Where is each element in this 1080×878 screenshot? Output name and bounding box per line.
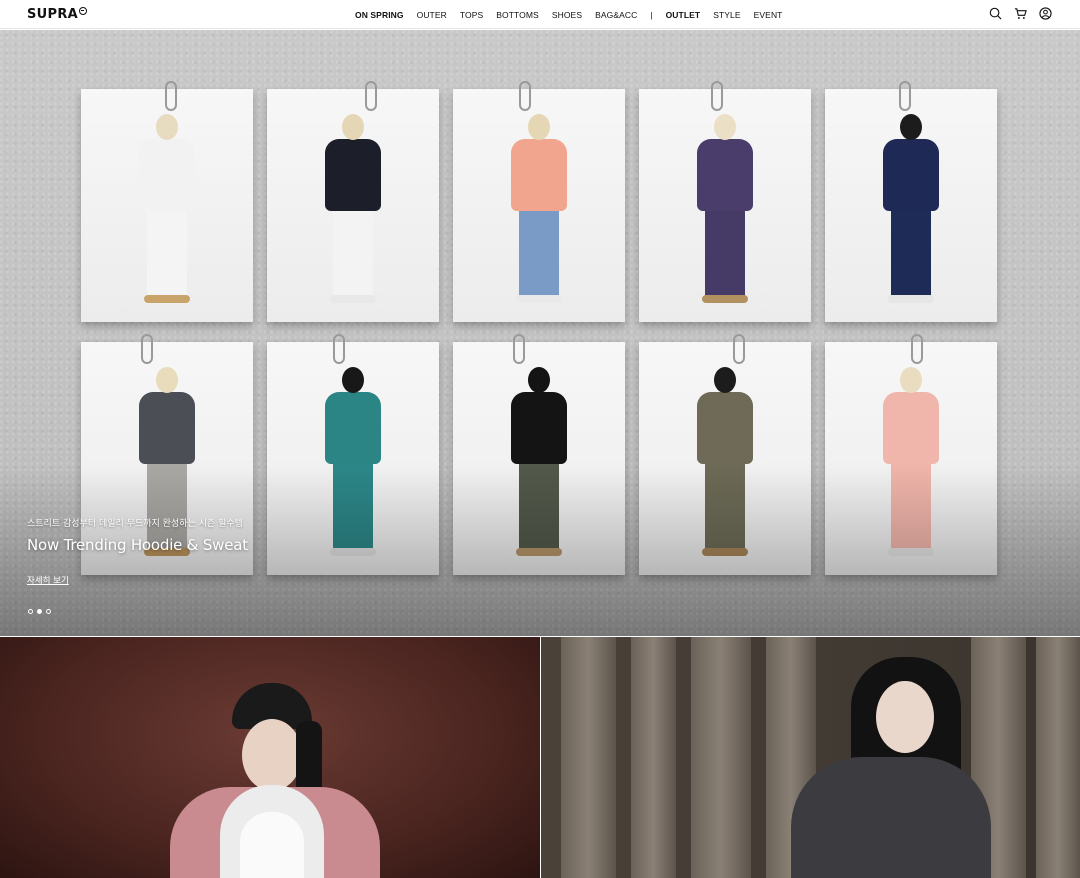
model-top bbox=[883, 139, 939, 211]
slider-pagination bbox=[28, 609, 51, 614]
nav-item-outlet[interactable]: OUTLET bbox=[666, 10, 701, 20]
paperclip-icon bbox=[519, 81, 531, 111]
curtain-fold bbox=[1036, 637, 1080, 878]
curtain-fold bbox=[631, 637, 676, 878]
header-icons bbox=[989, 7, 1052, 20]
model-pants bbox=[519, 207, 559, 299]
supra-logo[interactable]: SUPRA bbox=[27, 7, 88, 22]
paperclip-icon bbox=[733, 334, 745, 364]
hero-detail-link[interactable]: 자세히 보기 bbox=[27, 574, 69, 586]
paperclip-icon bbox=[899, 81, 911, 111]
search-icon[interactable] bbox=[989, 7, 1002, 20]
nav-item-shoes[interactable]: SHOES bbox=[552, 10, 582, 20]
model-head bbox=[528, 114, 550, 140]
nav-item-bag-acc[interactable]: BAG&ACC bbox=[595, 10, 637, 20]
model-shoes bbox=[702, 295, 748, 303]
nav-item-bottoms[interactable]: BOTTOMS bbox=[496, 10, 539, 20]
main-nav: ON SPRING OUTER TOPS BOTTOMS SHOES BAG&ACC | OU… bbox=[355, 0, 795, 29]
model-pants bbox=[891, 207, 931, 299]
paperclip-icon bbox=[365, 81, 377, 111]
model-head bbox=[156, 367, 178, 393]
slider-dot[interactable] bbox=[46, 609, 51, 614]
model-top bbox=[883, 392, 939, 464]
product-card[interactable] bbox=[639, 81, 811, 322]
promo-panel-right[interactable] bbox=[541, 637, 1080, 878]
slider-dot[interactable] bbox=[28, 609, 33, 614]
nav-item-style[interactable]: STYLE bbox=[713, 10, 740, 20]
product-card[interactable] bbox=[825, 81, 997, 322]
hero-banner[interactable]: 스트리트 감성부터 데일리 무드까지 완성하는 시즌 필수템 Now Trend… bbox=[0, 30, 1080, 636]
nav-item-event[interactable]: EVENT bbox=[754, 10, 783, 20]
model-top bbox=[511, 139, 567, 211]
model-head bbox=[900, 114, 922, 140]
product-card[interactable] bbox=[267, 81, 439, 322]
nav-item-on-spring[interactable]: ON SPRING bbox=[355, 10, 404, 20]
model-pants bbox=[333, 207, 373, 299]
hero-title: Now Trending Hoodie & Sweat bbox=[27, 536, 248, 554]
promo-panel-left[interactable] bbox=[0, 637, 540, 878]
model-pants bbox=[147, 207, 187, 299]
nav-separator: | bbox=[650, 9, 653, 20]
cart-icon[interactable] bbox=[1014, 7, 1027, 20]
model-top bbox=[697, 139, 753, 211]
paperclip-icon bbox=[165, 81, 177, 111]
product-card[interactable] bbox=[453, 81, 625, 322]
nav-item-tops[interactable]: TOPS bbox=[460, 10, 483, 20]
model-head bbox=[528, 367, 550, 393]
hero-caption: 스트리트 감성부터 데일리 무드까지 완성하는 시즌 필수템 bbox=[27, 519, 243, 529]
model-face bbox=[876, 681, 934, 753]
paperclip-icon bbox=[141, 334, 153, 364]
model-head bbox=[900, 367, 922, 393]
model-shirt bbox=[240, 812, 304, 878]
model-shoes bbox=[516, 295, 562, 303]
model-top bbox=[325, 392, 381, 464]
model-pants bbox=[705, 207, 745, 299]
site-header: SUPRA ON SPRING OUTER TOPS BOTTOMS SHOES BAG&… bbox=[0, 0, 1080, 29]
model-top bbox=[139, 392, 195, 464]
model-hoodie bbox=[791, 757, 991, 878]
model-shoes bbox=[888, 295, 934, 303]
model-head bbox=[714, 114, 736, 140]
model-shoes bbox=[330, 295, 376, 303]
curtain-fold bbox=[691, 637, 751, 878]
model-shoes bbox=[144, 295, 190, 303]
paperclip-icon bbox=[333, 334, 345, 364]
user-icon[interactable] bbox=[1039, 7, 1052, 20]
paperclip-icon bbox=[513, 334, 525, 364]
model-top bbox=[697, 392, 753, 464]
slider-dot[interactable] bbox=[37, 609, 42, 614]
model-head bbox=[342, 114, 364, 140]
model-top bbox=[511, 392, 567, 464]
model-top bbox=[325, 139, 381, 211]
curtain-fold bbox=[561, 637, 616, 878]
model-face bbox=[242, 719, 302, 791]
logo-text: SUPRA bbox=[27, 7, 79, 22]
paperclip-icon bbox=[711, 81, 723, 111]
product-card[interactable] bbox=[81, 81, 253, 322]
logo-mark-icon bbox=[79, 7, 88, 15]
model-top bbox=[139, 139, 195, 211]
paperclip-icon bbox=[911, 334, 923, 364]
nav-item-outer[interactable]: OUTER bbox=[417, 10, 447, 20]
model-head bbox=[342, 367, 364, 393]
model-head bbox=[714, 367, 736, 393]
model-head bbox=[156, 114, 178, 140]
